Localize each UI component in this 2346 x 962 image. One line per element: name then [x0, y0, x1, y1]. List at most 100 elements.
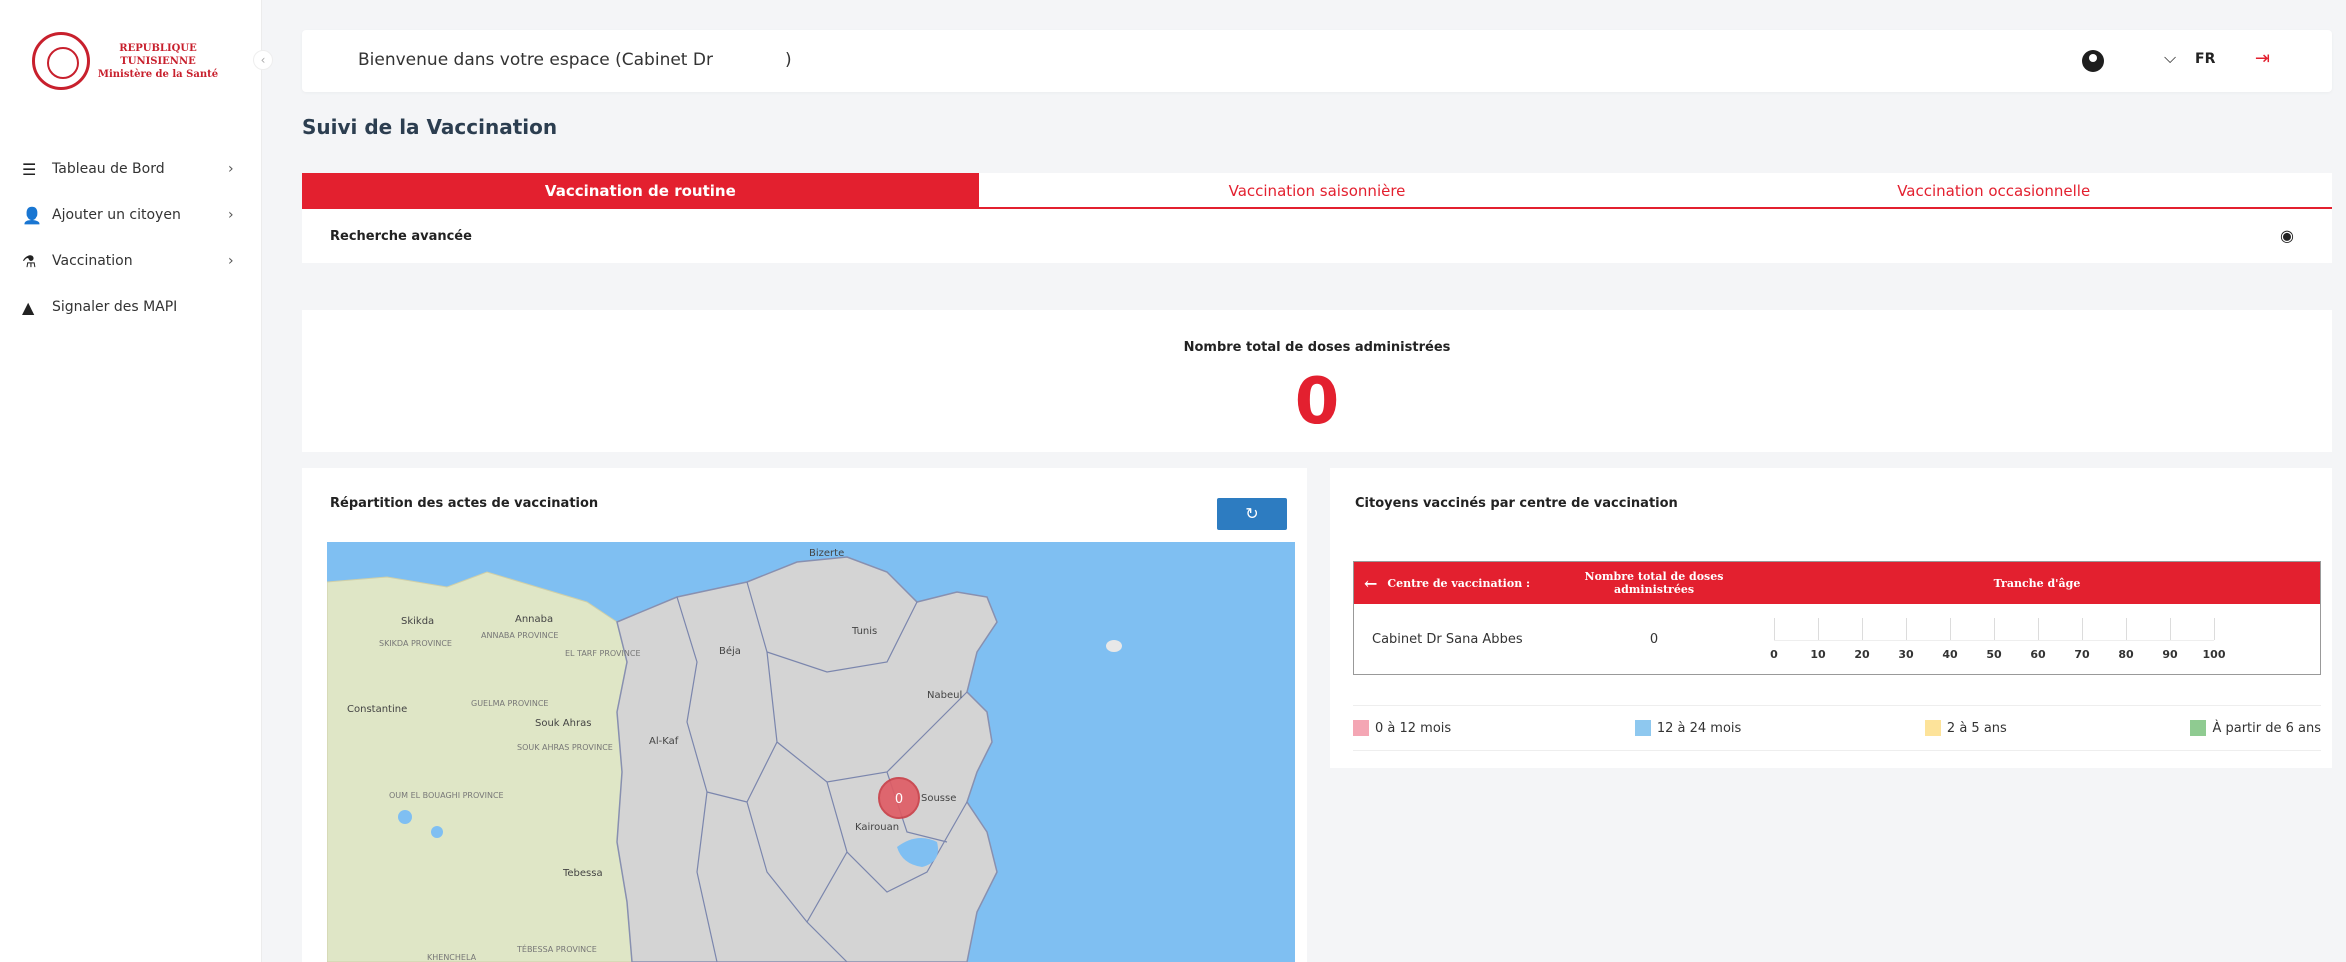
axis-tick-label: 0 [1770, 648, 1778, 661]
map-label: KHENCHELA [427, 953, 477, 962]
axis-gridline [1994, 618, 1995, 640]
header-total-doses: Nombre total de doses administrées [1584, 570, 1724, 596]
map-label: EL TARF PROVINCE [565, 649, 641, 658]
logo-line-2: Ministère de la Santé [97, 68, 219, 80]
sidebar-item-label: Signaler des MAPI [52, 299, 178, 315]
sidebar-item-label: Ajouter un citoyen [52, 207, 181, 223]
tab-vaccination-routine[interactable]: Vaccination de routine [302, 173, 979, 207]
vaccination-centre-table: ← Centre de vaccination : Nombre total d… [1353, 561, 2321, 675]
axis-tick-label: 60 [2030, 648, 2046, 661]
map-refresh-button[interactable]: ↻ [1217, 498, 1287, 530]
vaccination-map[interactable]: 0 Bizerte Skikda Annaba SKIKDA PROVINCE … [327, 542, 1295, 962]
sidebar-item-vaccination[interactable]: ⚗ Vaccination › [22, 238, 242, 284]
age-legend: 0 à 12 mois 12 à 24 mois 2 à 5 ans À par… [1353, 705, 2321, 751]
legend-label: 12 à 24 mois [1656, 720, 1742, 736]
map-land-tunisia [616, 556, 998, 962]
map-island [1106, 640, 1122, 652]
map-lake [431, 826, 443, 838]
map-label: Skikda [401, 616, 434, 627]
advanced-search-label: Recherche avancée [330, 229, 472, 244]
sidebar-menu: ☰ Tableau de Bord › 👤 Ajouter un citoyen… [22, 146, 242, 330]
axis-tick-label: 10 [1810, 648, 1826, 661]
legend-swatch [1924, 720, 1941, 736]
map-label: Sousse [921, 793, 956, 804]
legend-item: 0 à 12 mois [1353, 720, 1451, 736]
map-label: Constantine [347, 704, 407, 715]
axis-tick-label: 30 [1898, 648, 1914, 661]
eye-slash-icon[interactable]: ◉ [2280, 226, 2294, 245]
map-label: ANNABA PROVINCE [481, 631, 558, 640]
legend-label: 2 à 5 ans [1946, 720, 2007, 736]
map-land-algeria [327, 571, 633, 962]
map-label: TÉBESSA PROVINCE [516, 943, 597, 954]
axis-gridline [1818, 618, 1819, 640]
map-label: Tebessa [562, 868, 603, 879]
legend-label: À partir de 6 ans [2212, 720, 2321, 736]
language-selector[interactable]: FR [2195, 51, 2215, 67]
tab-vaccination-occasionnelle[interactable]: Vaccination occasionnelle [1655, 173, 2332, 207]
cell-doses: 0 [1649, 631, 1659, 647]
vaccination-tabs: Vaccination de routine Vaccination saiso… [302, 173, 2332, 209]
top-header: Bienvenue dans votre espace (Cabinet Dr … [302, 30, 2332, 92]
table-card-title: Citoyens vaccinés par centre de vaccinat… [1355, 496, 1678, 511]
logo-line-1: REPUBLIQUE TUNISIENNE [119, 42, 197, 67]
axis-gridline [1774, 618, 1775, 640]
axis-tick-label: 90 [2162, 648, 2178, 661]
map-label: Souk Ahras [535, 718, 591, 729]
map-marker-value: 0 [895, 792, 903, 807]
map-card-title: Répartition des actes de vaccination [330, 496, 599, 511]
sidebar: REPUBLIQUE TUNISIENNE Ministère de la Sa… [0, 0, 273, 962]
map-label: OUM EL BOUAGHI PROVINCE [389, 791, 504, 800]
axis-tick-label: 20 [1854, 648, 1870, 661]
header-centre-label: Centre de vaccination : [1387, 576, 1531, 590]
chevron-right-icon: › [228, 207, 234, 223]
legend-label: 0 à 12 mois [1375, 720, 1452, 736]
legend-swatch [1353, 720, 1369, 736]
welcome-message-close: ) [785, 50, 792, 70]
tab-vaccination-saisonniere[interactable]: Vaccination saisonnière [979, 173, 1656, 207]
legend-item: 2 à 5 ans [1924, 720, 2007, 736]
map-label: GUELMA PROVINCE [471, 699, 548, 708]
sidebar-collapse-button[interactable]: ‹ [253, 50, 273, 70]
legend-swatch [1634, 720, 1651, 736]
vaccine-icon: ⚗ [22, 251, 37, 271]
table-header: ← Centre de vaccination : Nombre total d… [1354, 562, 2320, 604]
sidebar-item-tableau-de-bord[interactable]: ☰ Tableau de Bord › [22, 146, 242, 192]
axis-gridline [1906, 618, 1907, 640]
axis-tick-label: 70 [2074, 648, 2090, 661]
header-age-range: Tranche d'âge [1993, 576, 2081, 590]
axis-baseline [1774, 640, 2214, 641]
chevron-right-icon: › [228, 253, 234, 269]
total-doses-label: Nombre total de doses administrées [1183, 340, 1451, 355]
advanced-search-bar[interactable]: Recherche avancée ◉ [302, 209, 2332, 263]
arrow-left-icon[interactable]: ← [1364, 574, 1377, 593]
logout-icon[interactable]: ⇥ [2255, 48, 2270, 69]
map-label: Kairouan [855, 822, 899, 833]
axis-tick-label: 100 [2202, 648, 2226, 661]
chevron-right-icon: › [228, 161, 234, 177]
axis-gridline [1950, 618, 1951, 640]
table-row[interactable]: Cabinet Dr Sana Abbes 0 0 10 20 30 40 50 60 70 8… [1354, 604, 2320, 674]
citizens-by-centre-card: Citoyens vaccinés par centre de vaccinat… [1330, 468, 2332, 768]
total-doses-card: Nombre total de doses administrées 0 [302, 310, 2332, 452]
sidebar-item-signaler-mapi[interactable]: ▲ Signaler des MAPI [22, 284, 242, 330]
ministry-seal-icon [32, 32, 90, 90]
logo-text: REPUBLIQUE TUNISIENNE Ministère de la Sa… [94, 42, 222, 81]
map-label: Al-Kaf [649, 736, 679, 747]
header-centre: ← Centre de vaccination : [1354, 574, 1554, 593]
axis-tick-label: 50 [1986, 648, 2002, 661]
axis-gridline [2214, 618, 2215, 640]
sidebar-item-ajouter-citoyen[interactable]: 👤 Ajouter un citoyen › [22, 192, 242, 238]
axis-tick-label: 80 [2118, 648, 2134, 661]
cell-centre: Cabinet Dr Sana Abbes [1372, 631, 1523, 647]
axis-gridline [2170, 618, 2171, 640]
chevron-down-icon[interactable]: ⌵ [2164, 48, 2176, 68]
sidebar-item-label: Vaccination [52, 253, 133, 269]
axis-gridline [2038, 618, 2039, 640]
user-plus-icon: 👤 [22, 205, 42, 225]
ministry-logo[interactable]: REPUBLIQUE TUNISIENNE Ministère de la Sa… [32, 30, 222, 92]
sidebar-item-label: Tableau de Bord [52, 161, 165, 177]
axis-tick-label: 40 [1942, 648, 1958, 661]
map-lake [398, 810, 412, 824]
user-account-icon[interactable] [2082, 50, 2104, 72]
